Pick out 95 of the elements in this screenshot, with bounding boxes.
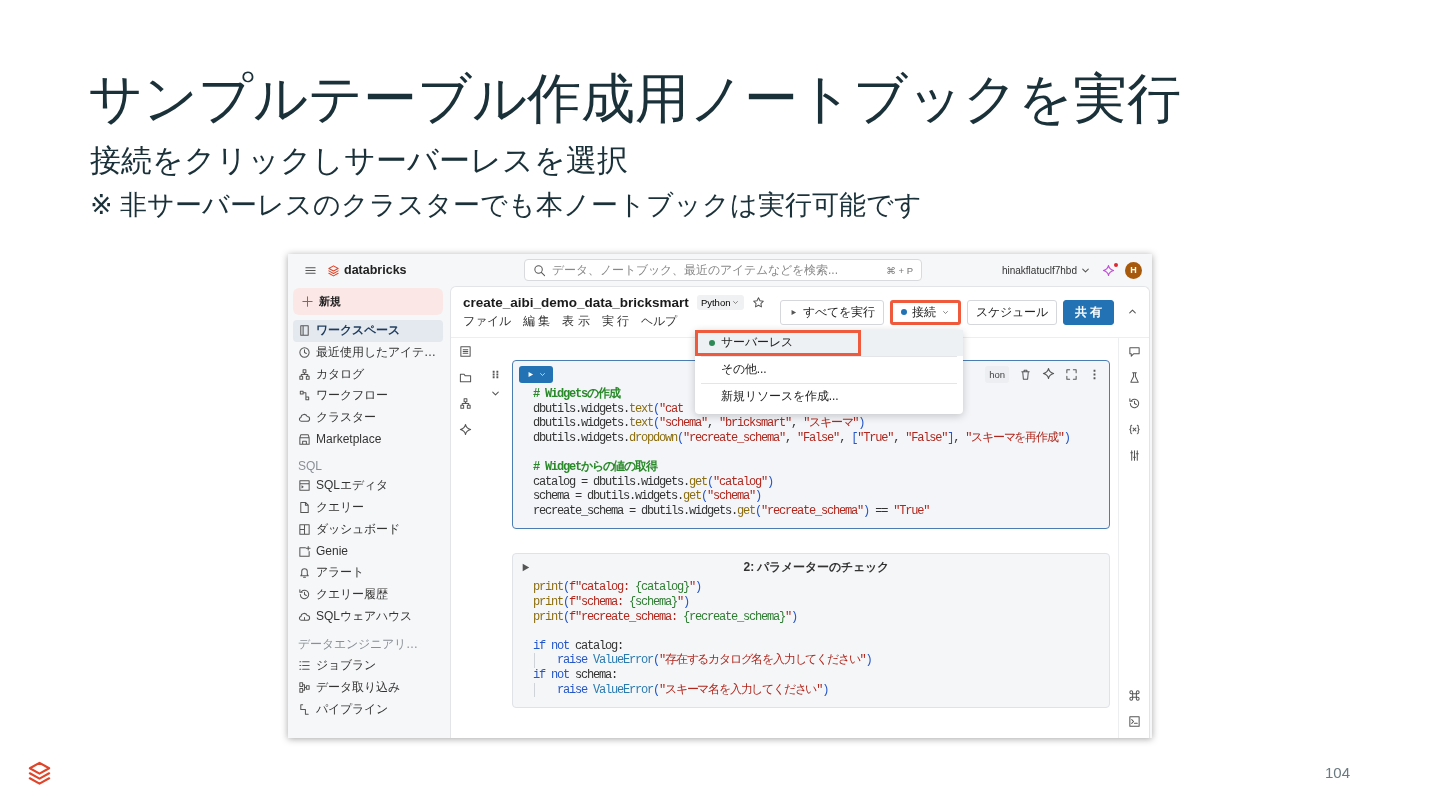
sidebar-item[interactable]: クエリー	[293, 496, 443, 519]
layers-logo-icon	[26, 759, 53, 786]
terminal-icon[interactable]	[1127, 715, 1141, 728]
store-icon	[298, 432, 311, 446]
sidebar-item[interactable]: SQLウェアハウス	[293, 605, 443, 627]
sparkle-icon[interactable]	[1042, 366, 1055, 380]
connected-squares-icon[interactable]	[458, 397, 472, 410]
plus-box-icon	[298, 544, 311, 558]
menu-item[interactable]: 表 示	[562, 312, 590, 330]
bell-icon	[298, 566, 311, 580]
sidebar-item[interactable]: ワークフロー	[293, 385, 443, 407]
book-icon	[298, 324, 311, 338]
share-button[interactable]: 共 有	[1062, 299, 1114, 325]
grid-icon	[298, 522, 311, 536]
branch-icon	[298, 702, 311, 716]
sidebar-item[interactable]: アラート	[293, 561, 443, 584]
notebook-title: create_aibi_demo_data_bricksmart	[463, 294, 689, 310]
slide-note: ※ 非サーバーレスのクラスターでも本ノートブックは実行可能です	[90, 189, 923, 222]
sparkle-icon[interactable]	[1102, 263, 1115, 277]
command-key-icon[interactable]	[1127, 689, 1141, 702]
code-line: catalog = dbutils.widgets.get("catalog")	[533, 474, 774, 490]
variables-icon[interactable]	[1127, 423, 1141, 436]
sidebar-item[interactable]: ワークスペース	[293, 320, 443, 342]
sidebar-item[interactable]: SQLエディタ	[293, 475, 443, 497]
code-line: raise ValueError("存在するカタログ名を入力してください")	[557, 653, 873, 668]
code-line: dbutils.widgets.text("schema", "bricksmart", "スキーマ")	[533, 416, 865, 431]
code-line: if not catalog:	[533, 638, 624, 654]
menu-option[interactable]: 新規リソースを作成...	[700, 382, 957, 410]
sidebar-item[interactable]: 最近使用したアイテ…	[293, 341, 443, 364]
sidebar-item[interactable]: データ取り込み	[293, 676, 443, 699]
menu-item[interactable]: ヘルプ	[641, 312, 678, 330]
nodes-icon	[298, 367, 311, 381]
menu-option[interactable]: その他...	[700, 355, 957, 383]
connected-squares-icon	[298, 389, 311, 403]
sparkle-icon[interactable]	[458, 423, 472, 436]
page-number: 104	[1324, 764, 1350, 781]
layers-logo-icon	[327, 263, 340, 277]
logo-text[interactable]: databricks	[344, 263, 407, 277]
menu-item[interactable]: 編 集	[523, 312, 551, 330]
cell-title: 2: パラメーターのチェック	[742, 558, 891, 576]
user-menu[interactable]: hinakflatuclf7hbd	[1001, 263, 1092, 277]
section-heading: データエンジニアリ…	[298, 635, 419, 653]
trash-icon[interactable]	[1019, 367, 1032, 381]
sidebar-item[interactable]: カタログ	[293, 363, 443, 386]
section-heading: SQL	[298, 459, 323, 474]
user-avatar[interactable]: H	[1125, 261, 1142, 279]
menu-item[interactable]: 実 行	[601, 312, 630, 330]
code-line: if not schema:	[533, 667, 618, 683]
code-window-icon	[298, 479, 311, 493]
expand-icon[interactable]	[1065, 367, 1078, 381]
cloud-icon	[298, 411, 311, 425]
code-line: schema = dbutils.widgets.get("schema")	[533, 489, 762, 504]
sidebar-item[interactable]: パイプライン	[293, 698, 443, 720]
document-icon	[298, 501, 311, 515]
code-line: raise ValueError("スキーマ名を入力してください")	[557, 682, 830, 698]
sidebar-item[interactable]: ダッシュボード	[293, 518, 443, 541]
list-icon	[298, 659, 311, 673]
language-selector[interactable]: Python	[696, 294, 745, 310]
code-line: dbutils.widgets.dropdown("recreate_schema", "False", ["True", "False"], "スキーマを再作成")	[533, 430, 1070, 446]
sidebar-item[interactable]: ジョブラン	[293, 654, 443, 677]
code-line: print(f"catalog: {catalog}")	[533, 580, 702, 595]
history-icon[interactable]	[1127, 397, 1141, 410]
code-line: recreate_schema = dbutils.widgets.get("recreate_schema") == "True"	[533, 503, 930, 519]
connect-button[interactable]: 接続	[889, 299, 961, 325]
sidebar-item[interactable]: クラスター	[293, 406, 443, 429]
clock-icon	[298, 346, 311, 360]
code-line: dbutils.widgets.text("cat	[533, 401, 684, 417]
menu-option[interactable]: サーバーレス	[694, 329, 963, 356]
slide-subtitle: 接続をクリックしサーバーレスを選択	[90, 142, 628, 180]
new-button[interactable]: 新規	[293, 288, 443, 315]
sidebar-item[interactable]: Marketplace	[293, 428, 443, 451]
flask-icon[interactable]	[1127, 371, 1141, 384]
connected-boxes-icon	[298, 680, 311, 694]
code-line: # Widgetsの作成	[533, 387, 620, 402]
plus-icon	[301, 295, 314, 308]
sidebar-item[interactable]: Genie	[293, 540, 443, 562]
sidebar-item[interactable]: クエリー履歴	[293, 583, 443, 606]
search-icon	[533, 263, 546, 277]
code-line: # Widgetからの値の取得	[533, 459, 657, 475]
table-of-contents-icon[interactable]	[458, 345, 472, 358]
schedule-button[interactable]: スケジュール	[966, 299, 1057, 325]
run-all-button[interactable]: すべてを実行	[779, 299, 884, 325]
menu-item[interactable]: ファイル	[463, 312, 511, 330]
shortcut-hint: ⌘ + P	[886, 264, 913, 276]
sliders-icon[interactable]	[1127, 449, 1141, 462]
run-cell-button[interactable]	[519, 365, 553, 383]
search-field[interactable]: データ、ノートブック、最近のアイテムなどを検索... ⌘ + P	[524, 259, 922, 281]
history-icon	[298, 587, 311, 601]
star-icon[interactable]	[752, 295, 766, 309]
code-line: print(f"recreate_schema: {recreate_schema}")	[533, 609, 798, 625]
language-badge[interactable]: hon	[985, 365, 1009, 383]
folder-icon[interactable]	[458, 371, 472, 384]
code-line: print(f"schema: {schema}")	[533, 594, 690, 610]
comment-icon[interactable]	[1127, 345, 1141, 358]
slide-title: サンプルテーブル作成用ノートブックを実行	[88, 67, 1181, 130]
